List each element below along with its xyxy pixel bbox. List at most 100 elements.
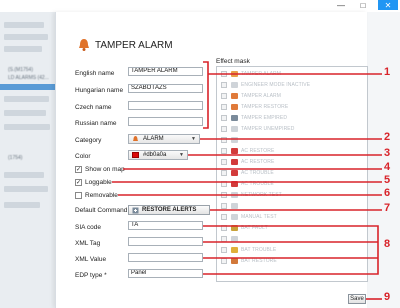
list-item[interactable]: AC RESTORE xyxy=(221,157,274,167)
event-icon xyxy=(231,225,238,231)
checkbox-icon[interactable] xyxy=(221,93,227,99)
callout-number-9: 9 xyxy=(384,291,391,303)
list-item-label: BAT FAULT xyxy=(241,225,268,231)
event-icon xyxy=(231,247,238,253)
checkbox-icon[interactable] xyxy=(221,71,227,77)
checkbox-icon[interactable] xyxy=(221,192,227,198)
default-command-label: Default Command xyxy=(75,207,128,214)
checkbox-icon[interactable] xyxy=(221,170,227,176)
default-command-select[interactable]: RESTORE ALERTS xyxy=(128,205,210,215)
checkbox-icon[interactable] xyxy=(221,236,227,242)
checkbox-icon[interactable] xyxy=(221,159,227,165)
list-item[interactable]: ENGINEER MODE INACTIVE xyxy=(221,80,310,90)
default-command-value: RESTORE ALERTS xyxy=(142,207,197,213)
list-item[interactable]: BAT TROUBLE xyxy=(221,245,276,255)
checkbox-icon[interactable] xyxy=(221,148,227,154)
list-item-selected[interactable] xyxy=(0,84,55,90)
sia-code-field[interactable]: TA xyxy=(128,221,203,230)
hungarian-name-field[interactable]: SZABOTÁZS xyxy=(128,84,203,93)
czech-name-field[interactable] xyxy=(128,101,203,110)
english-name-field[interactable]: TAMPER ALARM xyxy=(128,67,203,76)
list-item[interactable] xyxy=(221,234,241,244)
list-item-label: TAMPER UNEMPIRED xyxy=(241,126,295,132)
callout-number-4: 4 xyxy=(384,161,391,173)
color-picker[interactable]: #db0a0a ▼ xyxy=(128,150,188,160)
effect-mask-list[interactable]: TAMPER ALARM ENGINEER MODE INACTIVE TAMP… xyxy=(216,66,368,282)
close-icon[interactable]: ✕ xyxy=(378,0,398,10)
russian-name-label: Russian name xyxy=(75,120,117,127)
list-item[interactable]: TAMPER ALARM xyxy=(221,91,281,101)
english-name-label: English name xyxy=(75,70,115,77)
checkbox-icon[interactable] xyxy=(221,203,227,209)
checkbox-icon[interactable] xyxy=(221,214,227,220)
checkbox-icon[interactable] xyxy=(221,258,227,264)
maximize-icon[interactable]: □ xyxy=(356,0,370,10)
callout-number-2: 2 xyxy=(384,131,391,143)
background-list-panel: (S.(M1754) LD ALARMS (42... (1754) xyxy=(0,12,55,308)
list-item-label: TAMPER EMPIRED xyxy=(241,115,288,121)
checkbox-icon[interactable] xyxy=(221,181,227,187)
save-button[interactable]: Save xyxy=(348,294,366,304)
list-item[interactable] xyxy=(221,135,241,145)
list-item[interactable]: TAMPER RESTORE xyxy=(221,102,288,112)
color-label: Color xyxy=(75,153,91,160)
checkbox-icon[interactable] xyxy=(221,115,227,121)
list-item xyxy=(4,96,49,102)
event-icon xyxy=(231,214,238,220)
show-on-map-checkbox[interactable]: ✓ Show on map xyxy=(75,166,125,173)
show-on-map-label: Show on map xyxy=(85,166,125,173)
list-item[interactable]: MANUAL TEST xyxy=(221,212,277,222)
checkbox-icon[interactable] xyxy=(221,126,227,132)
xml-value-label: XML Value xyxy=(75,256,107,263)
checkbox-checked-icon[interactable]: ✓ xyxy=(75,166,82,173)
xml-value-field[interactable] xyxy=(128,253,203,262)
checkbox-icon[interactable] xyxy=(221,225,227,231)
list-item-label: AC TROUBLE xyxy=(241,181,274,187)
event-icon xyxy=(231,82,238,88)
list-item[interactable]: BAT FAULT xyxy=(221,223,268,233)
xml-tag-field[interactable] xyxy=(128,237,203,246)
sia-code-label: SIA code xyxy=(75,224,102,231)
checkbox-icon[interactable] xyxy=(221,82,227,88)
minimize-icon[interactable]: — xyxy=(334,0,348,10)
loggable-checkbox[interactable]: ✓ Loggable xyxy=(75,179,112,186)
event-icon xyxy=(231,71,238,77)
list-item-label: AC RESTORE xyxy=(241,159,275,165)
checkbox-icon[interactable] xyxy=(221,137,227,143)
event-icon xyxy=(231,258,238,264)
list-item[interactable]: AC TROUBLE xyxy=(221,168,274,178)
dialog-title: TAMPER ALARM xyxy=(95,40,173,51)
callout-number-5: 5 xyxy=(384,174,391,186)
edp-type-field[interactable]: Panel xyxy=(128,269,203,278)
list-item xyxy=(4,186,48,192)
category-select[interactable]: ALARM ▼ xyxy=(128,134,200,144)
effect-mask-label: Effect mask xyxy=(216,58,250,65)
list-item[interactable]: TAMPER UNEMPIRED xyxy=(221,124,294,134)
list-item[interactable]: AC RESTORE xyxy=(221,146,274,156)
list-item[interactable]: TAMPER ALARM xyxy=(221,69,281,79)
russian-name-field[interactable] xyxy=(128,117,203,126)
event-icon xyxy=(231,115,238,121)
list-item-label: MANUAL TEST xyxy=(241,214,277,220)
restore-icon xyxy=(132,207,139,214)
list-item[interactable]: NETWORK TEST xyxy=(221,190,282,200)
edp-type-label: EDP type * xyxy=(75,272,107,279)
removable-checkbox[interactable]: Removable xyxy=(75,192,118,199)
window-titlebar: — □ ✕ xyxy=(0,0,400,12)
category-value: ALARM xyxy=(143,136,164,142)
list-item[interactable] xyxy=(221,201,241,211)
list-item[interactable]: BAT RESTORE xyxy=(221,256,277,266)
list-item-text: LD ALARMS (42... xyxy=(8,75,49,81)
list-item xyxy=(4,110,46,116)
event-icon xyxy=(231,93,238,99)
checkbox-unchecked-icon[interactable] xyxy=(75,192,82,199)
hungarian-name-label: Hungarian name xyxy=(75,87,124,94)
checkbox-checked-icon[interactable]: ✓ xyxy=(75,179,82,186)
checkbox-icon[interactable] xyxy=(221,247,227,253)
list-item[interactable]: AC TROUBLE xyxy=(221,179,274,189)
alarm-bell-icon xyxy=(133,136,138,141)
callout-number-8: 8 xyxy=(384,238,391,250)
list-item-label: BAT RESTORE xyxy=(241,258,277,264)
checkbox-icon[interactable] xyxy=(221,104,227,110)
list-item[interactable]: TAMPER EMPIRED xyxy=(221,113,287,123)
